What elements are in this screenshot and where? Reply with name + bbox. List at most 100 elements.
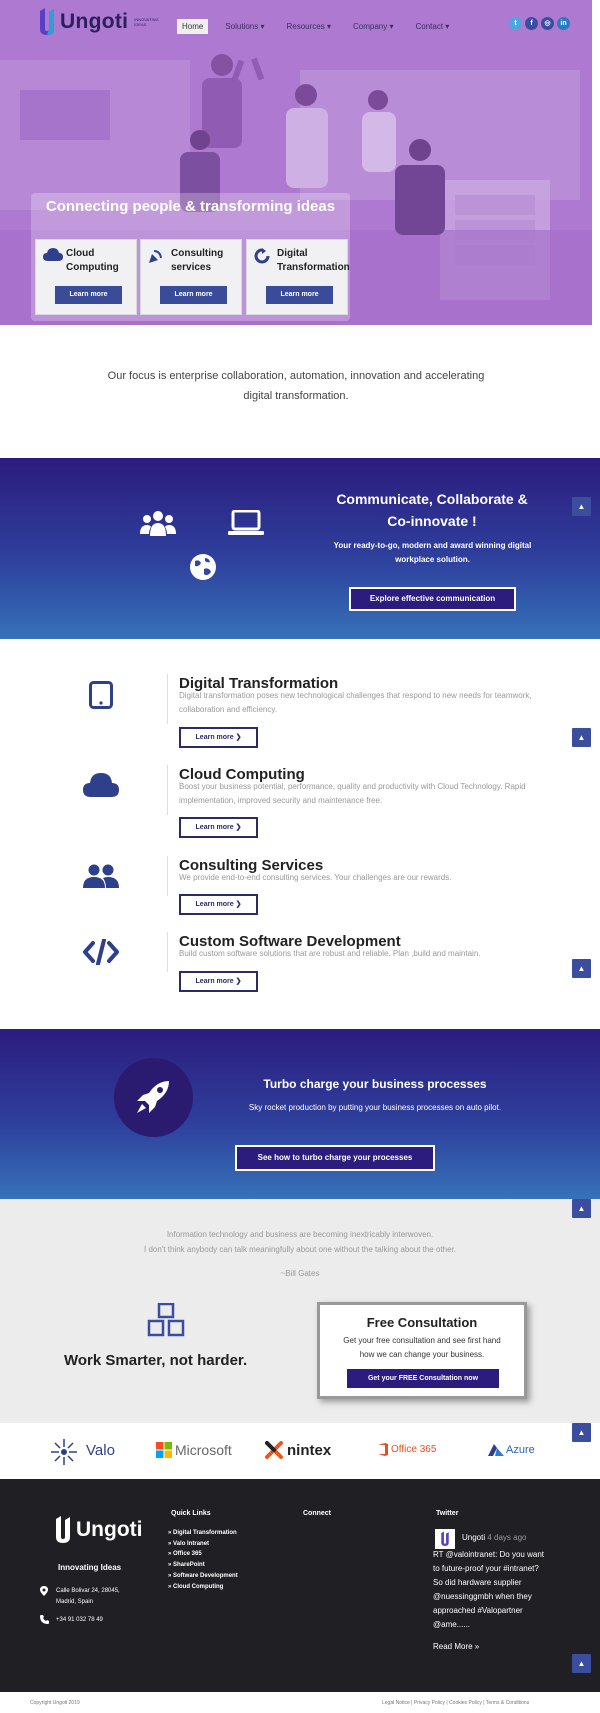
nav-contact[interactable]: Contact ▾ bbox=[410, 19, 454, 34]
partners-strip: ▲ Valo Microsoft nintex Office 365 Azure bbox=[0, 1423, 600, 1479]
tweet-avatar[interactable] bbox=[435, 1529, 455, 1549]
communicate-title: Communicate, Collaborate & Co-innovate ! bbox=[292, 488, 572, 532]
nav-solutions[interactable]: Solutions ▾ bbox=[220, 19, 269, 34]
linkedin-icon[interactable]: in bbox=[557, 17, 570, 30]
bottom-bar: Copyright Ungoti 2019 Legal Notice | Pri… bbox=[0, 1692, 600, 1713]
quick-link[interactable]: Cloud Computing bbox=[168, 1582, 238, 1593]
scroll-up-button[interactable]: ▲ bbox=[572, 1654, 591, 1673]
learn-more-button[interactable]: Learn more ❯ bbox=[179, 727, 258, 748]
quick-link[interactable]: Office 365 bbox=[168, 1549, 238, 1560]
service-description: Build custom software solutions that are… bbox=[179, 949, 481, 958]
learn-more-button[interactable]: Learn more bbox=[55, 286, 122, 304]
footer: Ungoti Innovating Ideas Calle Bolivar 24… bbox=[0, 1479, 600, 1692]
rocket-badge bbox=[114, 1058, 193, 1137]
users-icon bbox=[83, 864, 119, 888]
learn-more-button[interactable]: Learn more ❯ bbox=[179, 817, 258, 838]
hero-card-digital: Digital Transformation Learn more bbox=[246, 239, 350, 315]
ungoti-logo-icon bbox=[40, 8, 54, 35]
service-description: Boost your business potential, performan… bbox=[179, 782, 526, 805]
globe-icon bbox=[190, 554, 216, 580]
consultation-text: Get your free consultation and see first… bbox=[320, 1334, 524, 1362]
communicate-subtitle: Your ready-to-go, modern and award winni… bbox=[305, 539, 560, 567]
learn-more-button[interactable]: Learn more bbox=[160, 286, 227, 304]
service-description: We provide end-to-end consulting service… bbox=[179, 873, 452, 882]
quote-line: I don't think anybody can talk meaningfu… bbox=[144, 1245, 456, 1254]
turbo-subtitle: Sky rocket production by putting your bu… bbox=[248, 1103, 502, 1112]
rocket-icon bbox=[137, 1081, 169, 1113]
service-description: Digital transformation poses new technol… bbox=[179, 691, 532, 714]
communicate-sub-line: Your ready-to-go, modern and award winni… bbox=[333, 541, 532, 550]
footer-brand-name: Ungoti bbox=[76, 1518, 143, 1541]
free-consultation-button[interactable]: Get your FREE Consultation now bbox=[347, 1369, 499, 1388]
communicate-title-line: Co-innovate ! bbox=[387, 513, 477, 529]
office365-logo bbox=[378, 1443, 388, 1456]
quick-link[interactable]: Digital Transformation bbox=[168, 1528, 238, 1539]
laptop-icon bbox=[228, 510, 264, 535]
quick-link[interactable]: SharePoint bbox=[168, 1560, 238, 1571]
consultation-line: Get your free consultation and see first… bbox=[343, 1336, 501, 1345]
nintex-logo bbox=[265, 1441, 283, 1459]
nav-resources[interactable]: Resources ▾ bbox=[282, 19, 336, 34]
focus-statement: Our focus is enterprise collaboration, a… bbox=[0, 366, 592, 406]
communicate-sub-line: workplace solution. bbox=[395, 555, 470, 564]
social-links: t f ◎ in bbox=[509, 17, 570, 30]
nav-company[interactable]: Company ▾ bbox=[348, 19, 398, 34]
learn-more-button[interactable]: Learn more ❯ bbox=[179, 894, 258, 915]
legal-links[interactable]: Legal Notice | Privacy Policy | Cookies … bbox=[382, 1700, 529, 1706]
quick-link[interactable]: Valo Intranet bbox=[168, 1539, 238, 1550]
scroll-up-button[interactable]: ▲ bbox=[572, 1199, 591, 1218]
partner-microsoft: Microsoft bbox=[175, 1442, 232, 1458]
valo-logo bbox=[51, 1439, 77, 1465]
hero-card-title: Consulting services bbox=[171, 248, 224, 273]
scroll-up-button[interactable]: ▲ bbox=[572, 959, 591, 978]
refresh-icon bbox=[254, 248, 270, 264]
turbo-section: Turbo charge your business processes Sky… bbox=[0, 1029, 600, 1199]
turbo-title: Turbo charge your business processes bbox=[263, 1077, 487, 1091]
hero-banner: Ungoti INNOVATING IDEAS Home Solutions ▾… bbox=[0, 0, 592, 325]
focus-line: digital transformation. bbox=[243, 390, 349, 402]
quote-section: ▲ Information technology and business ar… bbox=[0, 1199, 600, 1423]
microsoft-logo bbox=[156, 1442, 172, 1458]
code-icon bbox=[83, 939, 119, 965]
work-smarter-title: Work Smarter, not harder. bbox=[64, 1352, 248, 1369]
turbo-charge-button[interactable]: See how to turbo charge your processes bbox=[235, 1145, 435, 1171]
facebook-icon[interactable]: f bbox=[525, 17, 538, 30]
partner-nintex: nintex bbox=[287, 1442, 332, 1459]
brand-tagline: INNOVATING IDEAS bbox=[134, 17, 159, 27]
connect-title: Connect bbox=[303, 1510, 331, 1517]
tablet-icon bbox=[89, 681, 113, 709]
ungoti-logo-icon bbox=[56, 1516, 70, 1543]
main-nav: Home Solutions ▾ Resources ▾ Company ▾ C… bbox=[177, 19, 454, 34]
quick-link[interactable]: Software Development bbox=[168, 1571, 238, 1582]
consultation-box: Free Consultation Get your free consulta… bbox=[317, 1302, 527, 1399]
scroll-up-button[interactable]: ▲ bbox=[572, 728, 591, 747]
tweet-author[interactable]: Ungoti bbox=[462, 1533, 485, 1542]
quick-links-list: Digital Transformation Valo Intranet Off… bbox=[168, 1528, 238, 1592]
hero-card-title: Cloud Computing bbox=[66, 248, 119, 273]
phone-icon bbox=[40, 1615, 49, 1624]
tweet-time: 4 days ago bbox=[487, 1533, 527, 1542]
brand-logo[interactable]: Ungoti INNOVATING IDEAS bbox=[38, 7, 160, 37]
tweet-text: RT @valointranet: Do you want to future-… bbox=[433, 1550, 544, 1629]
nav-home[interactable]: Home bbox=[177, 19, 209, 34]
focus-line: Our focus is enterprise collaboration, a… bbox=[107, 370, 485, 382]
explore-communication-button[interactable]: Explore effective communication bbox=[349, 587, 516, 611]
footer-logo[interactable]: Ungoti bbox=[54, 1515, 142, 1545]
scroll-up-button[interactable]: ▲ bbox=[572, 1423, 591, 1442]
hero-title: Connecting people & transforming ideas bbox=[45, 198, 336, 215]
service-divider bbox=[167, 674, 168, 724]
satellite-icon bbox=[149, 250, 162, 263]
ungoti-logo-icon bbox=[441, 1531, 449, 1546]
hero-card-cloud: Cloud Computing Learn more bbox=[35, 239, 137, 315]
scroll-up-button[interactable]: ▲ bbox=[572, 497, 591, 516]
communicate-section: Communicate, Collaborate & Co-innovate !… bbox=[0, 458, 600, 639]
partner-valo: Valo bbox=[86, 1442, 115, 1459]
consultation-line: how we can change your business. bbox=[359, 1350, 485, 1359]
learn-more-button[interactable]: Learn more bbox=[266, 286, 333, 304]
cubes-icon bbox=[147, 1303, 185, 1337]
read-more-link[interactable]: Read More » bbox=[433, 1642, 479, 1651]
twitter-icon[interactable]: t bbox=[509, 17, 522, 30]
instagram-icon[interactable]: ◎ bbox=[541, 17, 554, 30]
learn-more-button[interactable]: Learn more ❯ bbox=[179, 971, 258, 992]
address-line: Calle Bolivar 24, 28045, bbox=[56, 1588, 120, 1594]
